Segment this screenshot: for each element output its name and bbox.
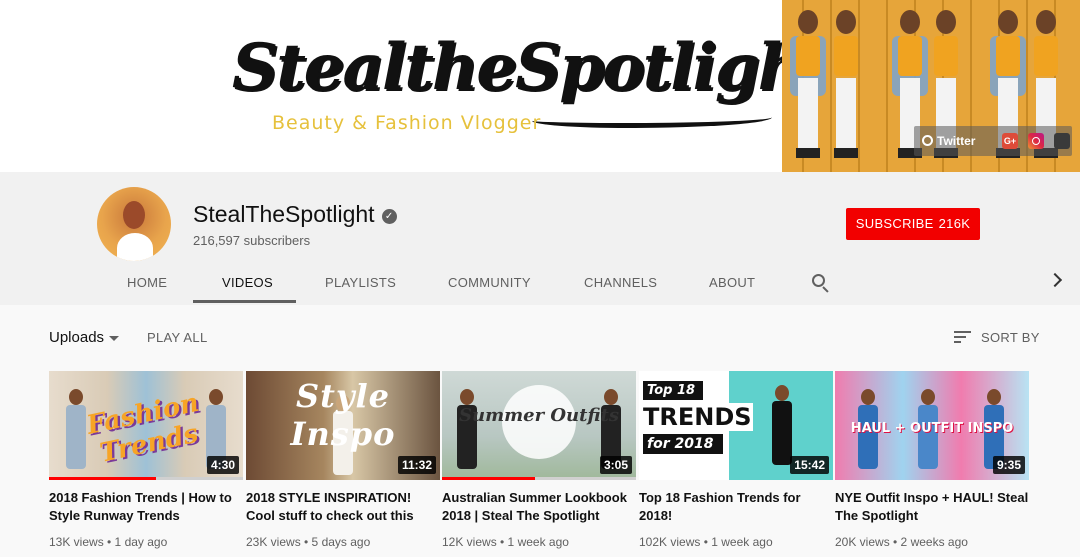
video-card[interactable]: Top 18 TRENDS for 2018 15:42 Top 18 Fash… (639, 371, 833, 549)
video-title[interactable]: Top 18 Fashion Trends for 2018! (639, 489, 833, 525)
video-meta: 20K views • 2 weeks ago (835, 535, 968, 549)
video-thumbnail[interactable]: Summer Outfits 3:05 (442, 371, 636, 480)
sort-by-button[interactable]: SORT BY (981, 330, 1040, 345)
tab-about[interactable]: ABOUT (709, 275, 755, 290)
video-duration: 3:05 (599, 456, 632, 474)
watch-progress-bar (442, 477, 536, 480)
video-card[interactable]: Fashion Trends 4:30 2018 Fashion Trends … (49, 371, 243, 549)
video-meta: 102K views • 1 week ago (639, 535, 773, 549)
video-meta: 12K views • 1 week ago (442, 535, 569, 549)
globe-icon (922, 135, 933, 146)
video-thumbnail[interactable]: Fashion Trends 4:30 (49, 371, 243, 480)
tab-home[interactable]: HOME (127, 275, 167, 290)
chevron-right-icon[interactable] (1047, 272, 1063, 288)
tab-channels[interactable]: CHANNELS (584, 275, 657, 290)
banner-logo-swash (532, 110, 772, 128)
video-thumbnail[interactable]: HAUL + OUTFIT INSPO 9:35 (835, 371, 1029, 480)
active-tab-indicator (193, 300, 296, 303)
channel-avatar[interactable] (97, 187, 171, 261)
video-title[interactable]: 2018 STYLE INSPIRATION! Cool stuff to ch… (246, 489, 440, 525)
banner-logo: StealtheSpotlight Beauty & Fashion Vlogg… (232, 22, 832, 142)
video-duration: 4:30 (206, 456, 239, 474)
tab-playlists[interactable]: PLAYLISTS (325, 275, 396, 290)
video-thumbnail[interactable]: Style Inspo 11:32 (246, 371, 440, 480)
thumbnail-text: Style Inspo (290, 377, 396, 453)
video-meta: 13K views • 1 day ago (49, 535, 168, 549)
verified-icon: ✓ (381, 209, 397, 224)
video-duration: 11:32 (397, 456, 436, 474)
search-icon[interactable] (812, 274, 830, 293)
video-thumbnail[interactable]: Top 18 TRENDS for 2018 15:42 (639, 371, 833, 480)
video-duration: 9:35 (992, 456, 1025, 474)
caret-down-icon[interactable] (109, 336, 119, 341)
uploads-dropdown[interactable]: Uploads (49, 329, 104, 346)
play-all-button[interactable]: PLAY ALL (147, 330, 207, 345)
banner-logo-text: StealtheSpotlight (232, 30, 832, 105)
thumbnail-text: Summer Outfits (459, 405, 619, 426)
subscribe-button[interactable]: SUBSCRIBE 216K (846, 208, 980, 240)
tab-community[interactable]: COMMUNITY (448, 275, 531, 290)
videos-toolbar: Uploads PLAY ALL SORT BY (0, 305, 1080, 365)
video-title[interactable]: NYE Outfit Inspo + HAUL! Steal The Spotl… (835, 489, 1029, 525)
thumbnail-text: Top 18 TRENDS for 2018 (643, 381, 753, 454)
video-card[interactable]: Summer Outfits 3:05 Australian Summer Lo… (442, 371, 636, 549)
channel-header: StealTheSpotlight ✓ 216,597 subscribers S… (0, 172, 1080, 305)
tab-videos[interactable]: VIDEOS (222, 275, 273, 290)
watch-progress-bar (49, 477, 156, 480)
video-meta: 23K views • 5 days ago (246, 535, 371, 549)
channel-name: StealTheSpotlight ✓ (193, 201, 397, 228)
sort-icon[interactable] (954, 331, 971, 344)
thumbnail-text: HAUL + OUTFIT INSPO (850, 421, 1014, 436)
google-plus-icon[interactable]: G+ (1002, 133, 1018, 149)
channel-links-bar: Twitter G+ (914, 126, 1072, 156)
video-duration: 15:42 (790, 456, 829, 474)
banner-tagline: Beauty & Fashion Vlogger (272, 112, 542, 134)
channel-tabs: HOME VIDEOS PLAYLISTS COMMUNITY CHANNELS… (0, 264, 1080, 304)
channel-banner: StealtheSpotlight Beauty & Fashion Vlogg… (0, 0, 1080, 172)
subscriber-count: 216,597 subscribers (193, 233, 311, 248)
instagram-icon[interactable] (1028, 133, 1044, 149)
video-card[interactable]: HAUL + OUTFIT INSPO 9:35 NYE Outfit Insp… (835, 371, 1029, 549)
twitter-link[interactable]: Twitter (922, 134, 975, 148)
video-card[interactable]: Style Inspo 11:32 2018 STYLE INSPIRATION… (246, 371, 440, 549)
social-link-icon[interactable] (1054, 133, 1070, 149)
video-title[interactable]: 2018 Fashion Trends | How to Style Runwa… (49, 489, 243, 525)
banner-photo: Twitter G+ (782, 0, 1080, 172)
video-title[interactable]: Australian Summer Lookbook 2018 | Steal … (442, 489, 636, 525)
